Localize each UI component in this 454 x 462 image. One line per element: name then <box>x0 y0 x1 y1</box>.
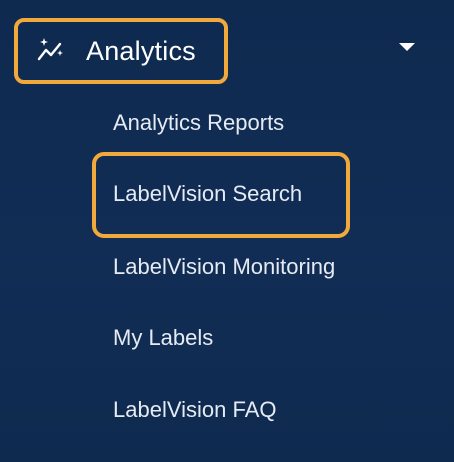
section-title: Analytics <box>86 35 196 66</box>
menu-item-labelvision-monitoring[interactable]: LabelVision Monitoring <box>113 254 335 280</box>
menu-item-labelvision-faq[interactable]: LabelVision FAQ <box>113 397 276 423</box>
chevron-down-icon[interactable] <box>399 43 415 51</box>
menu-item-analytics-reports[interactable]: Analytics Reports <box>113 110 284 136</box>
sparkle-chart-icon <box>36 36 66 66</box>
sidebar-panel: Analytics Analytics Reports LabelVision … <box>0 0 454 462</box>
analytics-section-header[interactable]: Analytics <box>14 18 228 84</box>
menu-item-labelvision-search[interactable]: LabelVision Search <box>113 181 302 207</box>
menu-item-my-labels[interactable]: My Labels <box>113 325 213 351</box>
